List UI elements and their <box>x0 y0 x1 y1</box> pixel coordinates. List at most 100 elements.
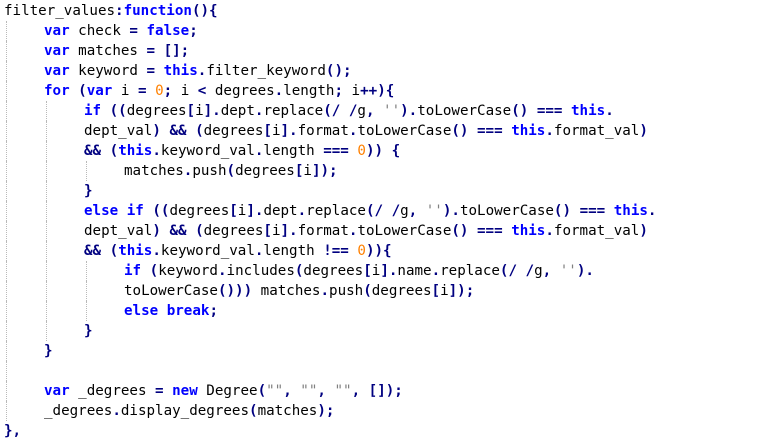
code-token-op: ++){ <box>360 83 395 99</box>
code-token-plain: degrees <box>169 203 230 219</box>
code-line: matches.push(degrees[i]); <box>0 161 759 181</box>
code-token-plain: keyword <box>69 63 147 79</box>
code-token-plain: matches <box>124 163 184 179</box>
code-line: if (keyword.includes(degrees[i].name.rep… <box>0 261 759 281</box>
code-token-op: . <box>545 123 554 139</box>
code-token-plain: matches <box>252 283 321 299</box>
code-line: }, <box>0 421 759 441</box>
indent-guide <box>46 261 47 281</box>
code-token-op: () <box>511 103 529 119</box>
code-text: dept_val) && (degrees[i].format. toLowerC… <box>84 221 648 241</box>
code-token-op: , <box>542 263 552 279</box>
code-token-plain: toLowerCase <box>357 123 452 139</box>
code-token-plain: i <box>195 103 204 119</box>
code-token-plain: replace <box>306 203 366 219</box>
indent-guide <box>46 101 47 121</box>
code-token-op: = <box>146 43 156 59</box>
code-line: filter_values:function(){ <box>0 1 759 21</box>
code-token-plain: degrees <box>371 283 432 299</box>
indent-guide <box>6 81 7 101</box>
indent-guide <box>86 261 87 281</box>
code-token-kw: var <box>86 83 113 99</box>
code-token-op: ) <box>639 223 648 239</box>
code-token-op: )){ <box>365 243 392 259</box>
code-token-str: '' <box>383 103 401 119</box>
code-token-plain: format_val <box>553 123 640 139</box>
code-text: var matches = []; <box>44 41 189 61</box>
code-token-op: () <box>451 123 469 139</box>
code-token-plain: format <box>297 123 349 139</box>
code-token-op: ( <box>363 283 372 299</box>
code-token-op: ) <box>152 223 161 239</box>
code-token-kw: var <box>44 383 70 399</box>
code-token-plain: g <box>357 103 366 119</box>
code-token-kw: function <box>123 3 192 19</box>
code-token-op: (/ / <box>499 263 535 279</box>
code-text: var check = false; <box>44 21 198 41</box>
code-line: var matches = []; <box>0 41 759 61</box>
code-line: var check = false; <box>0 21 759 41</box>
code-token-plain: push <box>329 283 364 299</box>
code-token-str: "" <box>334 383 352 399</box>
indent-guide <box>86 281 87 301</box>
code-token-kw: if <box>84 103 102 119</box>
code-line: dept_val) && (degrees[i].format. toLowerC… <box>0 121 759 141</box>
code-token-plain: dept <box>263 203 298 219</box>
code-token-plain: name <box>397 263 432 279</box>
code-text: dept_val) && (degrees[i].format. toLowerC… <box>84 121 648 141</box>
code-line: && (this.keyword_val.length === 0)) { <box>0 141 759 161</box>
indent-guide <box>46 321 47 341</box>
code-token-op: ( <box>257 383 267 399</box>
indent-guide <box>6 181 7 201</box>
code-token-op: ]. <box>246 203 264 219</box>
code-token-kw: break <box>166 303 210 319</box>
code-token-plain: matches <box>257 403 318 419</box>
code-token-op: ( <box>78 83 87 99</box>
indent-guide <box>6 241 7 261</box>
indent-guide <box>6 381 7 401</box>
code-token-plain: _degrees <box>44 403 113 419</box>
code-token-kw: this <box>571 103 606 119</box>
code-token-kw: this <box>118 143 153 159</box>
code-text: else break; <box>124 301 218 321</box>
code-token-op: ; <box>189 23 198 39</box>
code-token-op: . <box>217 263 227 279</box>
code-text: }, <box>4 421 21 441</box>
code-token-kw: this <box>511 123 546 139</box>
code-token-str: '' <box>559 263 577 279</box>
code-token-num: 0 <box>155 83 164 99</box>
code-token-op: ). <box>442 203 460 219</box>
code-line: } <box>0 321 759 341</box>
code-text: && (this.keyword_val.length !== 0)){ <box>84 241 392 261</box>
code-token-op: && <box>84 143 102 159</box>
code-token-op: === <box>536 103 563 119</box>
indent-guide <box>46 181 47 201</box>
code-editor[interactable]: filter_values:function(){var check = fal… <box>0 0 759 445</box>
code-token-kw: this <box>613 203 648 219</box>
code-token-kw: this <box>511 223 546 239</box>
code-token-op: ( <box>226 163 236 179</box>
code-line: for (var i = 0; i < degrees.length; i++)… <box>0 81 759 101</box>
code-token-op: ]. <box>203 103 221 119</box>
code-token-kw: new <box>172 383 198 399</box>
indent-guide <box>6 101 7 121</box>
code-token-op: ())) <box>217 283 253 299</box>
code-token-op: ( <box>149 263 159 279</box>
code-text: else if ((degrees[i].dept.replace(/ /g, … <box>84 201 656 221</box>
code-token-kw: for <box>44 83 70 99</box>
code-token-plain: replace <box>263 103 324 119</box>
